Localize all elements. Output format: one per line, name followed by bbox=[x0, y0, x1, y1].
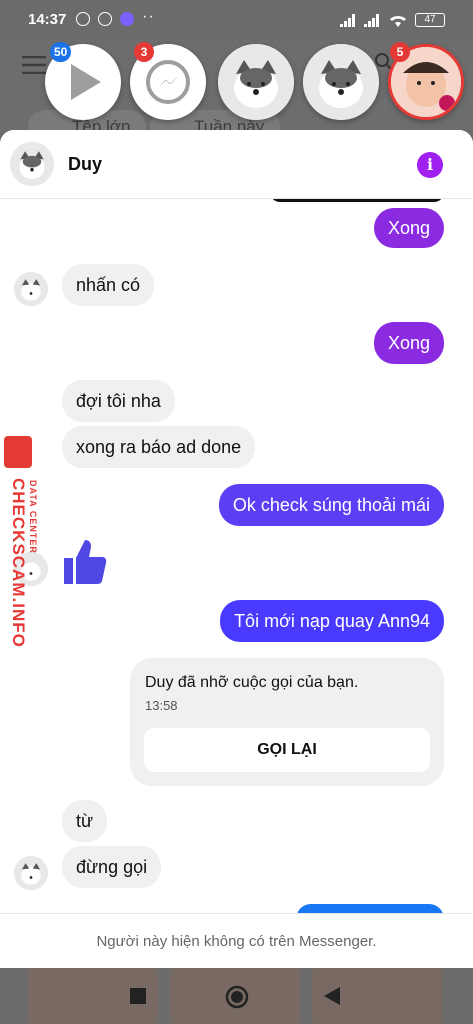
watermark: CHECKSCAM.INFO DATA CENTER bbox=[2, 436, 38, 666]
message-out[interactable]: Xong bbox=[373, 322, 444, 364]
watermark-sub: DATA CENTER bbox=[28, 480, 38, 554]
husky-avatar bbox=[14, 272, 48, 306]
message-in[interactable]: từ bbox=[62, 800, 108, 842]
husky-avatar bbox=[14, 856, 48, 890]
lock-icon bbox=[4, 436, 32, 468]
contact-name[interactable]: Duy bbox=[68, 154, 102, 175]
message-out[interactable]: Tôi mới nạp quay Ann94 bbox=[220, 600, 444, 642]
chat-header: Duy i bbox=[0, 130, 473, 199]
battery-indicator: 47 bbox=[415, 13, 445, 27]
husky-avatar bbox=[10, 142, 54, 186]
system-nav-bar bbox=[0, 968, 473, 1024]
contact-avatar[interactable] bbox=[10, 142, 54, 186]
message-in[interactable]: đừng gọi bbox=[62, 846, 162, 888]
message-in[interactable]: nhấn có bbox=[62, 264, 155, 306]
messenger-notification-icon bbox=[98, 12, 112, 26]
status-time: 14:37 bbox=[28, 11, 67, 28]
status-bar: 14:37 ·· 47 bbox=[0, 0, 473, 40]
chat-head-badge: 50 bbox=[50, 42, 72, 62]
chat-window: Duy i Xong nhấn có Xong đợi tôi nha xong… bbox=[0, 130, 473, 968]
sender-avatar bbox=[14, 272, 48, 306]
signal-icon bbox=[340, 14, 355, 27]
recents-button-icon[interactable] bbox=[130, 988, 146, 1004]
chat-head-husky[interactable] bbox=[303, 44, 379, 120]
home-button-icon[interactable] bbox=[225, 985, 249, 1009]
like-icon[interactable] bbox=[62, 536, 108, 586]
chat-head-husky[interactable] bbox=[218, 44, 294, 120]
missed-call-card: Duy đã nhỡ cuộc gọi của bạn. 13:58 GỌI L… bbox=[130, 658, 444, 786]
chat-head-badge: 5 bbox=[390, 42, 410, 62]
chat-head-badge: 3 bbox=[134, 42, 154, 62]
app-notification-icon bbox=[120, 12, 134, 26]
more-notifications-icon: ·· bbox=[142, 8, 155, 25]
sender-avatar bbox=[14, 856, 48, 890]
back-button-icon[interactable] bbox=[324, 987, 340, 1005]
message-out[interactable]: Xong bbox=[373, 208, 444, 248]
unavailable-notice: Người này hiện không có trên Messenger. bbox=[0, 913, 473, 968]
messenger-notification-icon bbox=[76, 12, 90, 26]
missed-call-text: Duy đã nhỡ cuộc gọi của bạn. bbox=[145, 674, 359, 691]
message-in[interactable]: xong ra báo ad done bbox=[62, 426, 256, 468]
missed-call-time: 13:58 bbox=[145, 698, 178, 713]
signal-icon bbox=[364, 14, 379, 27]
husky-avatar bbox=[303, 44, 379, 120]
husky-avatar bbox=[218, 44, 294, 120]
info-icon[interactable]: i bbox=[417, 152, 443, 178]
menu-icon bbox=[22, 56, 46, 74]
message-in[interactable]: đợi tôi nha bbox=[62, 380, 175, 422]
message-out[interactable]: Ok check súng thoải mái bbox=[218, 484, 444, 526]
wifi-icon bbox=[390, 15, 406, 27]
call-back-button[interactable]: GỌI LẠI bbox=[144, 728, 430, 772]
watermark-main: CHECKSCAM.INFO bbox=[9, 478, 28, 648]
